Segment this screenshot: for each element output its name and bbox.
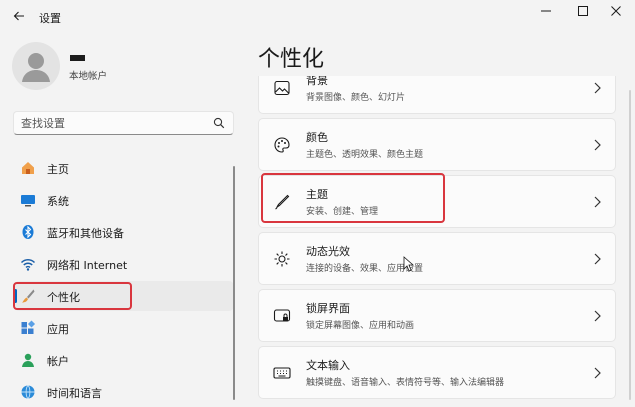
sidebar-item-accounts[interactable]: 帐户 bbox=[14, 345, 234, 375]
search-icon[interactable] bbox=[213, 117, 225, 129]
card-lock-screen[interactable]: 锁屏界面 锁定屏幕图像、应用和动画 bbox=[258, 289, 616, 342]
sidebar-item-label: 帐户 bbox=[47, 355, 69, 368]
lockscreen-icon bbox=[273, 309, 291, 322]
sidebar-item-bluetooth[interactable]: 蓝牙和其他设备 bbox=[14, 217, 234, 247]
bluetooth-icon bbox=[22, 225, 34, 239]
close-button[interactable] bbox=[597, 0, 635, 22]
card-title: 锁屏界面 bbox=[306, 302, 350, 315]
chevron-right-icon bbox=[594, 367, 601, 379]
back-arrow-icon bbox=[13, 11, 24, 21]
card-highlight-box bbox=[261, 173, 445, 223]
avatar[interactable] bbox=[12, 42, 60, 90]
card-description: 触摸键盘、语音输入、表情符号等、输入法编辑器 bbox=[306, 378, 505, 388]
chevron-right-icon bbox=[594, 253, 601, 265]
palette-icon bbox=[274, 137, 290, 153]
sidebar-item-time-language[interactable]: 时间和语言 bbox=[14, 377, 234, 407]
wifi-icon bbox=[20, 258, 36, 271]
sidebar-item-network[interactable]: 网络和 Internet bbox=[14, 249, 234, 279]
mouse-cursor-icon bbox=[403, 256, 415, 272]
chevron-right-icon bbox=[594, 310, 601, 322]
title-bar: 设置 bbox=[0, 0, 635, 32]
page-title: 个性化 bbox=[258, 47, 325, 72]
card-description: 锁定屏幕图像、应用和动画 bbox=[306, 321, 415, 331]
sidebar-item-apps[interactable]: 应用 bbox=[14, 313, 234, 343]
sidebar-item-system[interactable]: 系统 bbox=[14, 185, 234, 215]
card-title: 文本输入 bbox=[306, 359, 350, 372]
home-icon bbox=[22, 162, 34, 174]
sidebar-item-label: 应用 bbox=[47, 323, 69, 336]
card-dynamic-lighting[interactable]: 动态光效 连接的设备、效果、应用设置 bbox=[258, 232, 616, 285]
settings-card-list: 背景 背景图像、颜色、幻灯片 颜色 主题色、透明效果、颜色主题 主题 安装、创建… bbox=[258, 76, 616, 400]
account-type-label: 本地帐户 bbox=[69, 71, 108, 82]
redacted-user-name bbox=[70, 55, 85, 61]
sidebar-item-label: 主页 bbox=[47, 163, 69, 176]
search-input[interactable] bbox=[21, 115, 211, 131]
app-title: 设置 bbox=[39, 12, 61, 25]
card-title: 颜色 bbox=[306, 131, 328, 144]
card-title: 背景 bbox=[306, 76, 328, 87]
globe-icon bbox=[21, 385, 35, 399]
minimize-icon bbox=[541, 10, 551, 12]
close-icon bbox=[611, 6, 621, 16]
keyboard-icon bbox=[273, 367, 291, 379]
card-colors[interactable]: 颜色 主题色、透明效果、颜色主题 bbox=[258, 118, 616, 171]
account-icon bbox=[22, 353, 34, 367]
sidebar-item-label: 系统 bbox=[47, 195, 69, 208]
nav-highlight-box bbox=[13, 282, 132, 310]
card-text-input[interactable]: 文本输入 触摸键盘、语音输入、表情符号等、输入法编辑器 bbox=[258, 346, 616, 399]
chevron-right-icon bbox=[594, 82, 601, 94]
light-icon bbox=[274, 251, 290, 267]
card-description: 主题色、透明效果、颜色主题 bbox=[306, 150, 424, 160]
minimize-button[interactable] bbox=[527, 0, 565, 22]
back-button[interactable] bbox=[8, 5, 30, 27]
sidebar-item-label: 时间和语言 bbox=[47, 387, 102, 400]
search-box[interactable] bbox=[13, 111, 234, 135]
chevron-right-icon bbox=[594, 196, 601, 208]
sidebar-item-home[interactable]: 主页 bbox=[14, 153, 234, 183]
image-icon bbox=[274, 80, 290, 96]
chevron-right-icon bbox=[594, 139, 601, 151]
monitor-icon bbox=[21, 195, 35, 207]
content-scrollbar[interactable] bbox=[629, 90, 631, 400]
sidebar-item-label: 蓝牙和其他设备 bbox=[47, 227, 124, 240]
user-avatar-icon bbox=[22, 53, 50, 82]
apps-icon bbox=[21, 320, 36, 334]
card-title: 动态光效 bbox=[306, 245, 350, 258]
card-background[interactable]: 背景 背景图像、颜色、幻灯片 bbox=[258, 76, 616, 114]
maximize-icon bbox=[578, 6, 588, 16]
sidebar-scrollbar[interactable] bbox=[233, 166, 235, 400]
card-description: 背景图像、颜色、幻灯片 bbox=[306, 93, 406, 103]
sidebar-item-label: 网络和 Internet bbox=[47, 259, 128, 272]
